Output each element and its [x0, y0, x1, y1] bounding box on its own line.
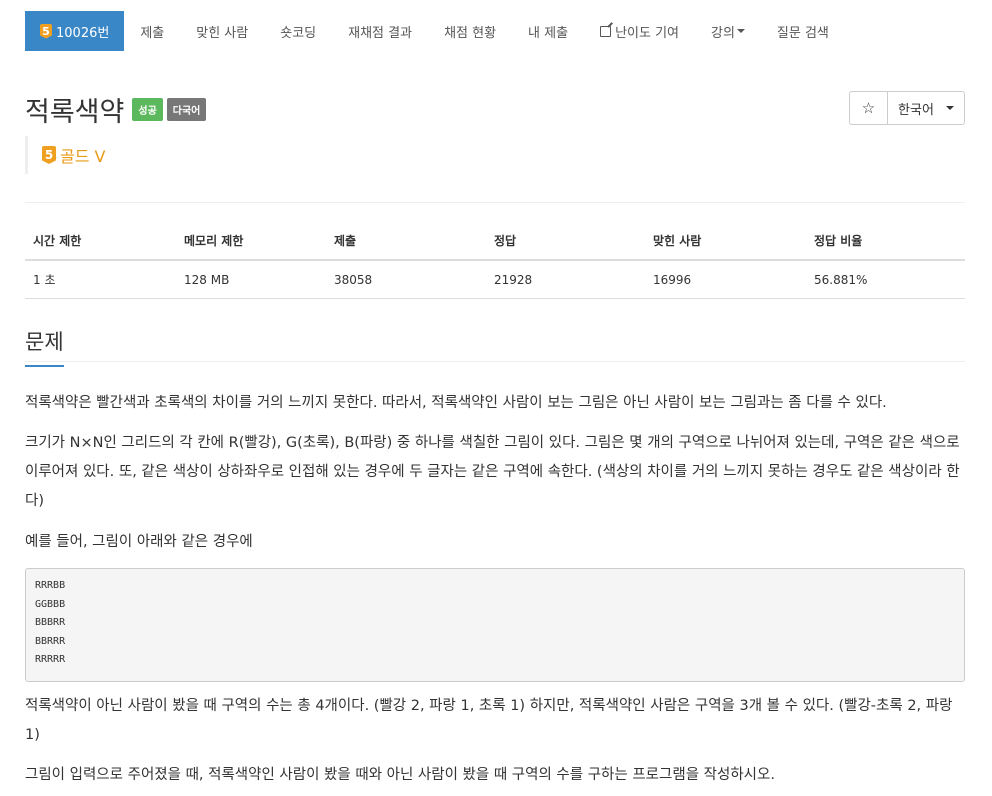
cell-memory-limit: 128 MB [176, 260, 326, 299]
col-memory-limit: 메모리 제한 [176, 222, 326, 261]
multilang-badge[interactable]: 다국어 [166, 98, 207, 121]
problem-nav: 5 10026번 제출 맞힌 사람 숏코딩 재채점 결과 채점 현황 내 제출 … [25, 11, 845, 51]
col-accept-ratio: 정답 비율 [806, 222, 965, 261]
problem-info-table: 시간 제한 메모리 제한 제출 정답 맞힌 사람 정답 비율 1 초 128 M… [25, 222, 965, 299]
nav-problem-id[interactable]: 5 10026번 [25, 11, 125, 51]
nav-difficulty-label: 난이도 기여 [615, 25, 679, 41]
table-row: 1 초 128 MB 38058 21928 16996 56.881% [25, 260, 965, 299]
nav-problem-id-label: 10026번 [56, 25, 110, 41]
problem-paragraph: 적록색약이 아닌 사람이 봤을 때 구역의 수는 총 4개이다. (빨강 2, … [25, 698, 953, 743]
caret-down-icon [945, 106, 954, 110]
language-label: 한국어 [898, 102, 934, 118]
col-time-limit: 시간 제한 [25, 222, 176, 261]
success-badge: 성공 [132, 98, 163, 121]
star-icon: ☆ [861, 99, 876, 117]
tier-badge-icon: 5 [42, 146, 56, 164]
nav-question-search[interactable]: 질문 검색 [761, 11, 845, 51]
nav-status[interactable]: 채점 현황 [428, 11, 512, 51]
nav-submit[interactable]: 제출 [124, 11, 180, 51]
table-header-row: 시간 제한 메모리 제한 제출 정답 맞힌 사람 정답 비율 [25, 222, 965, 261]
nav-solved-users[interactable]: 맞힌 사람 [180, 11, 264, 51]
divider [25, 202, 965, 203]
col-accepted: 정답 [486, 222, 645, 261]
tier-block: 5 골드 V [25, 136, 105, 174]
problem-paragraph: 그림이 입력으로 주어졌을 때, 적록색약인 사람이 봤을 때와 아닌 사람이 … [25, 767, 775, 783]
page-title: 적록색약 [25, 97, 125, 128]
nav-rejudge[interactable]: 재채점 결과 [332, 11, 428, 51]
cell-accepted: 21928 [486, 260, 645, 299]
language-select[interactable]: 한국어 [888, 92, 964, 124]
sample-grid: RRRBB GGBBB BBBRR BBRRR RRRRR [25, 568, 965, 682]
tier-label: 골드 V [60, 147, 106, 166]
cell-submissions: 38058 [326, 260, 486, 299]
title-actions: ☆ 한국어 [849, 91, 965, 125]
problem-paragraph: 크기가 N×N인 그리드의 각 칸에 R(빨강), G(초록), B(파랑) 중… [25, 435, 960, 509]
nav-my-submissions[interactable]: 내 제출 [512, 11, 584, 51]
nav-lecture-dropdown[interactable]: 강의 [695, 11, 761, 51]
external-link-icon [600, 25, 612, 37]
cell-time-limit: 1 초 [25, 260, 176, 299]
section-divider [25, 361, 965, 362]
problem-title-row: 적록색약 성공 다국어 [25, 90, 207, 129]
cell-solved-users: 16996 [645, 260, 806, 299]
nav-short-coding[interactable]: 숏코딩 [264, 11, 332, 51]
problem-paragraph: 예를 들어, 그림이 아래와 같은 경우에 [25, 534, 253, 550]
favorite-star-button[interactable]: ☆ [850, 92, 888, 124]
cell-accept-ratio: 56.881% [806, 260, 965, 299]
tier-indicator[interactable]: 5 골드 V [42, 143, 105, 167]
problem-paragraph: 적록색약은 빨간색과 초록색의 차이를 거의 느끼지 못한다. 따라서, 적록색… [25, 395, 887, 411]
tier-badge-icon: 5 [40, 23, 52, 39]
caret-down-icon [736, 29, 745, 33]
col-submissions: 제출 [326, 222, 486, 261]
col-solved-users: 맞힌 사람 [645, 222, 806, 261]
nav-lecture-label: 강의 [711, 25, 735, 41]
nav-difficulty-contrib[interactable]: 난이도 기여 [584, 11, 695, 51]
